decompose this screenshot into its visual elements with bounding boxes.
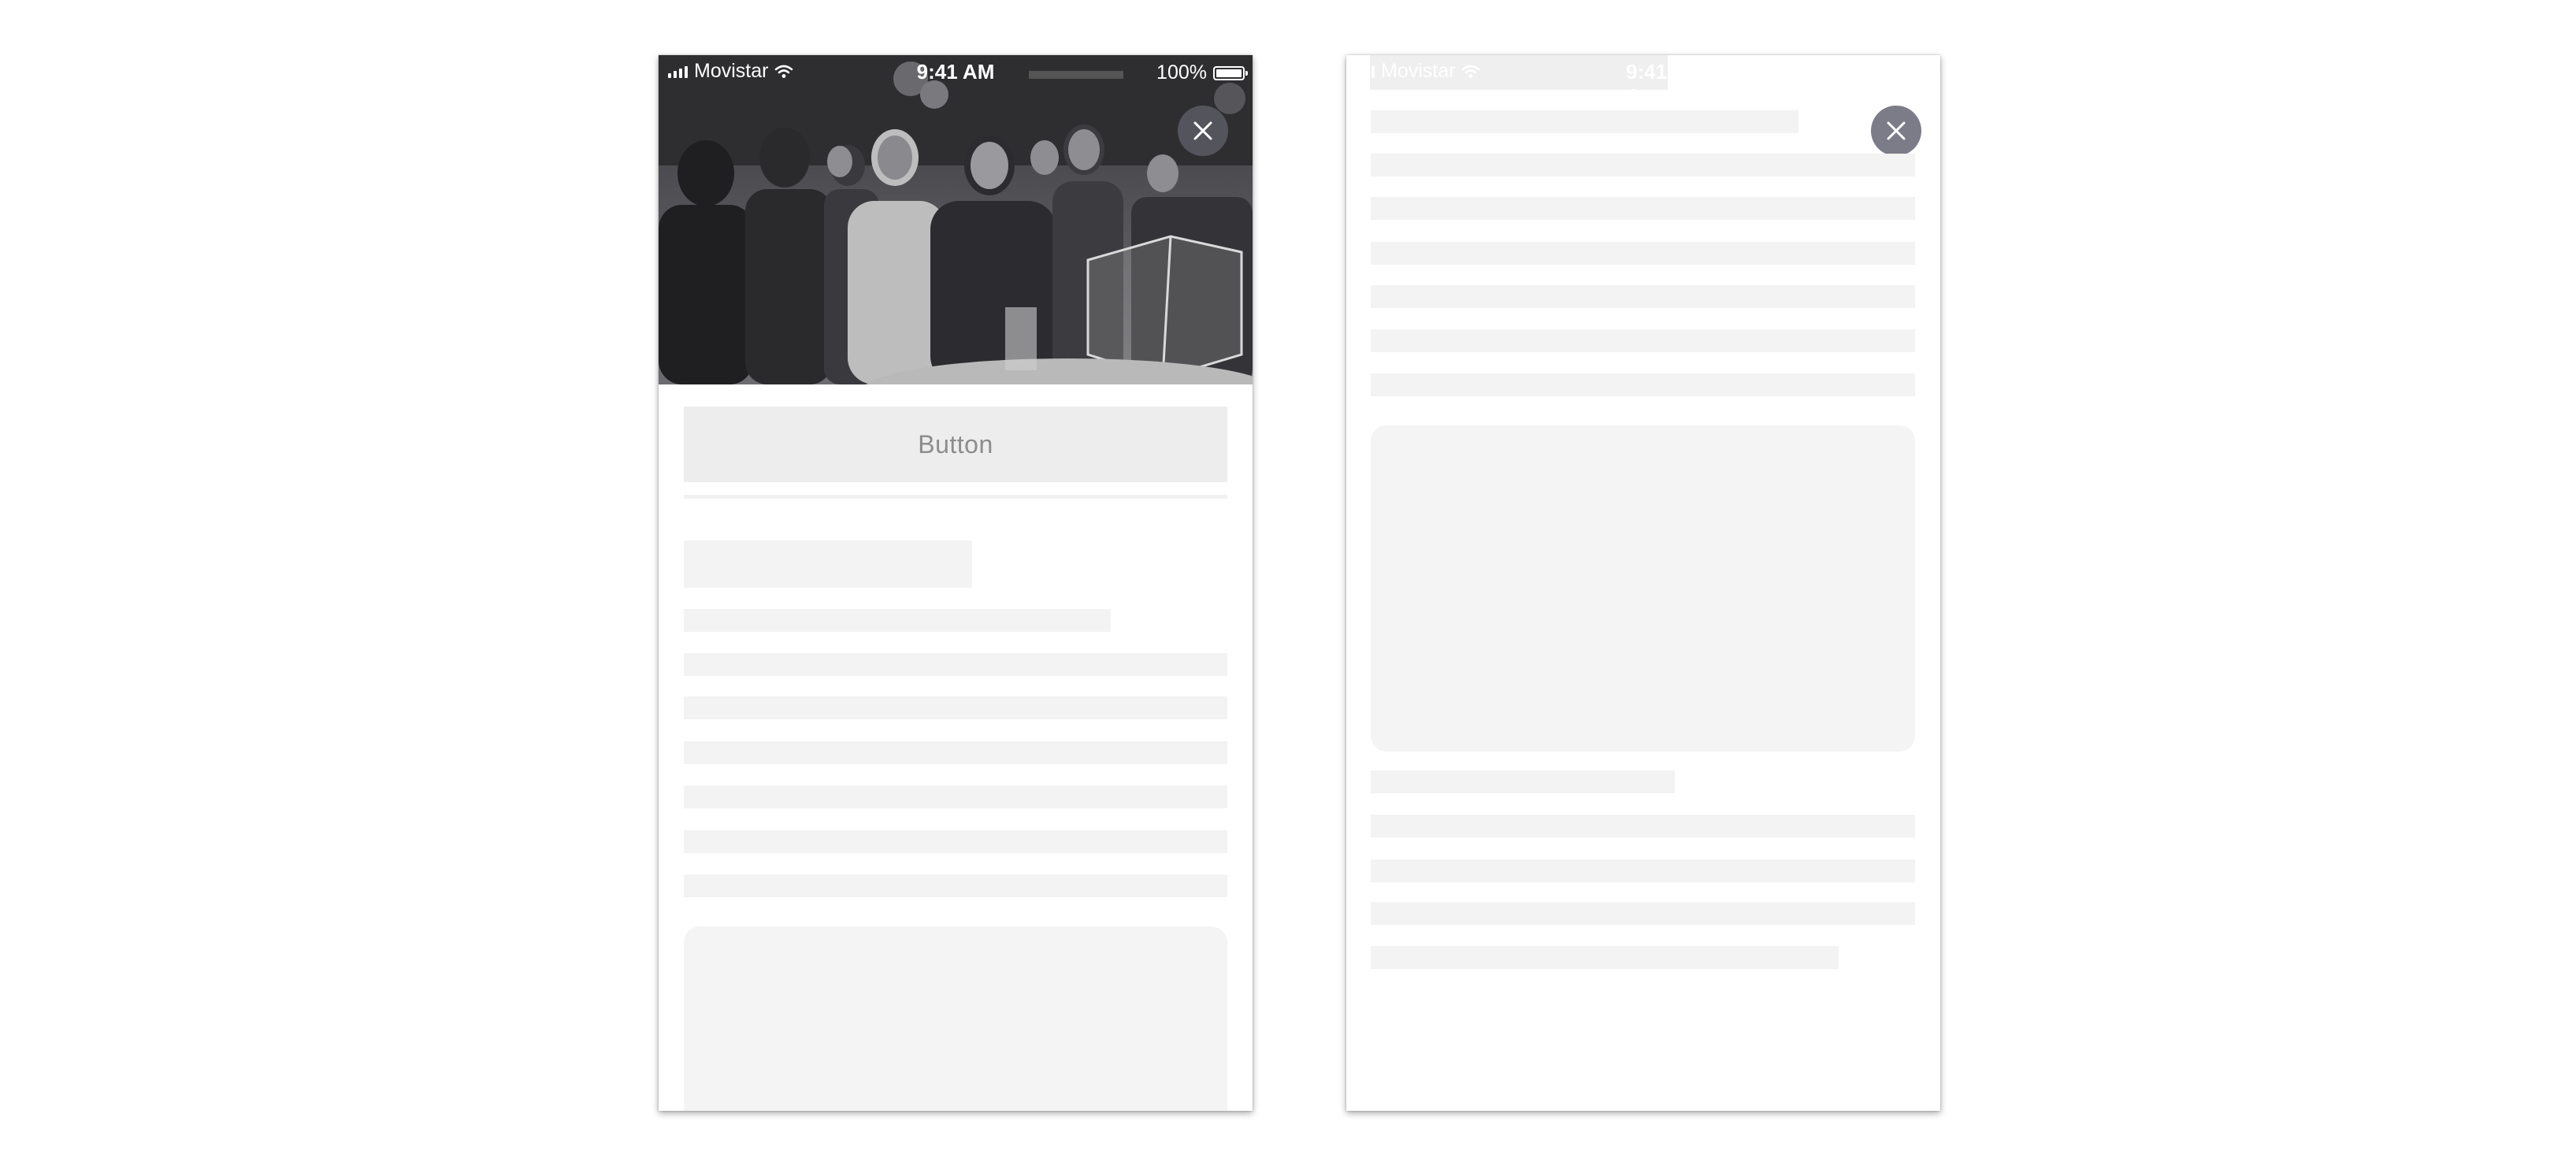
- skeleton-line: [1371, 860, 1915, 882]
- skeleton-line: [1371, 373, 1915, 396]
- skeleton-title: [684, 540, 972, 588]
- phone-screen-detail: Movistar 9:41 AM 100% Button: [659, 55, 1253, 1111]
- signal-icon: [1372, 65, 1375, 78]
- close-button[interactable]: [1871, 106, 1921, 156]
- skeleton-line: [684, 696, 1227, 719]
- hero-photo-people: [659, 55, 1253, 384]
- status-bar-ghost: Movistar 9:41 A: [1370, 55, 1668, 108]
- skeleton-line: [684, 609, 1111, 632]
- skeleton-line: [1371, 815, 1915, 837]
- skeleton-line: [1371, 110, 1798, 133]
- close-icon: [1887, 121, 1906, 140]
- skeleton-line: [684, 741, 1227, 764]
- close-icon: [1193, 121, 1212, 140]
- battery-icon: [1213, 65, 1248, 80]
- skeleton-line: [1371, 285, 1915, 308]
- divider: [684, 495, 1227, 499]
- skeleton-line: [1371, 197, 1915, 220]
- hero-image: [659, 55, 1253, 384]
- status-time: 9:41 A: [1626, 60, 1668, 108]
- phone-screen-loading: Movistar 9:41 A: [1346, 55, 1940, 1111]
- primary-button[interactable]: Button: [684, 407, 1227, 482]
- skeleton-line: [684, 785, 1227, 808]
- skeleton-line: [684, 830, 1227, 853]
- skeleton-card: [684, 926, 1227, 1111]
- skeleton-subtitle: [1371, 771, 1675, 793]
- close-button[interactable]: [1178, 106, 1228, 156]
- skeleton-line: [1371, 242, 1915, 265]
- skeleton-line: [684, 874, 1227, 897]
- wifi-icon: [1462, 65, 1480, 78]
- battery-percent: 100%: [1156, 61, 1207, 84]
- skeleton-line: [684, 653, 1227, 676]
- skeleton-card: [1371, 425, 1915, 752]
- skeleton-line: [1371, 329, 1915, 352]
- carrier-name: Movistar: [1381, 60, 1456, 82]
- skeleton-line: [1371, 902, 1915, 925]
- skeleton-line: [1371, 154, 1915, 176]
- status-bar: Movistar 9:41 AM 100%: [659, 55, 1253, 90]
- skeleton-line: [1371, 946, 1839, 969]
